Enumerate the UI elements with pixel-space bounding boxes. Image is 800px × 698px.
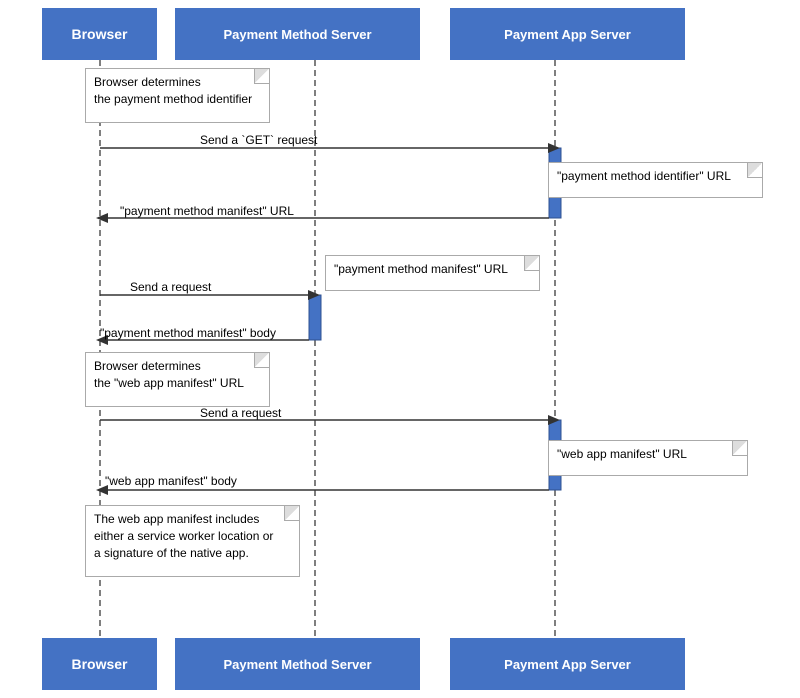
header-browser-box: Browser — [42, 8, 157, 60]
arrow-label-get-request: Send a `GET` request — [200, 133, 317, 147]
arrow-label-send-request-1: Send a request — [130, 280, 211, 294]
arrow-label-send-request-2: Send a request — [200, 406, 281, 420]
note-payment-method-manifest-url: "payment method manifest" URL — [325, 255, 540, 291]
note-web-app-manifest-desc: The web app manifest includes either a s… — [85, 505, 300, 577]
footer-payment-method-server-box: Payment Method Server — [175, 638, 420, 690]
note-browser-determines: Browser determines the payment method id… — [85, 68, 270, 123]
arrow-label-manifest-url: "payment method manifest" URL — [120, 204, 294, 218]
sequence-diagram: Browser Payment Method Server Payment Ap… — [0, 0, 800, 698]
footer-browser-box: Browser — [42, 638, 157, 690]
note-payment-method-identifier-url: "payment method identifier" URL — [548, 162, 763, 198]
arrow-label-manifest-body: "payment method manifest" body — [100, 326, 276, 340]
note-browser-web-app-manifest: Browser determines the "web app manifest… — [85, 352, 270, 407]
header-payment-method-server-box: Payment Method Server — [175, 8, 420, 60]
footer-payment-app-server-box: Payment App Server — [450, 638, 685, 690]
note-web-app-manifest-url: "web app manifest" URL — [548, 440, 748, 476]
arrow-label-web-app-manifest-body: "web app manifest" body — [105, 474, 237, 488]
header-payment-app-server-box: Payment App Server — [450, 8, 685, 60]
